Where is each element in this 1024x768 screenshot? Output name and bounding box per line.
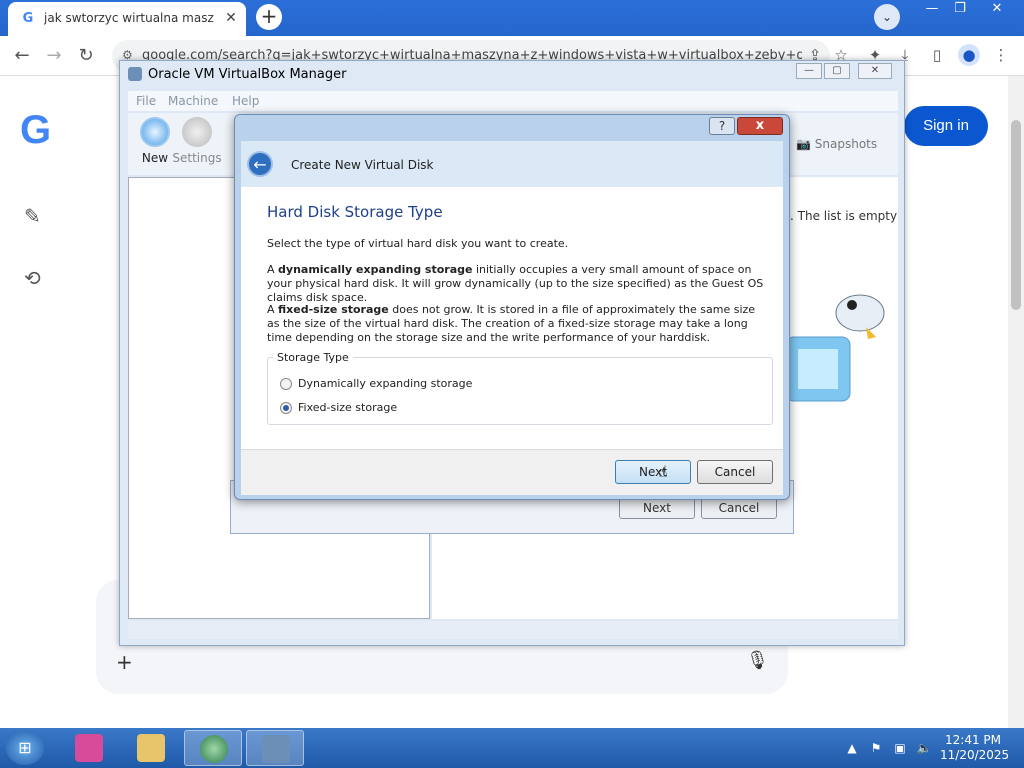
empty-list-message: . The list is empty: [790, 209, 898, 223]
clock[interactable]: 12:41 PM 11/20/2025: [940, 733, 1010, 763]
tab-title: jak swtorzyc wirtualna maszyna: [44, 11, 214, 25]
cancel-button[interactable]: Cancel: [697, 460, 773, 484]
settings-gear-icon: [182, 117, 212, 147]
history-icon[interactable]: ⟲: [24, 266, 41, 290]
menu-machine[interactable]: Machine: [168, 94, 218, 108]
microphone-icon[interactable]: 🎙: [746, 650, 769, 671]
fixed-description: A fixed-size storage does not grow. It i…: [267, 303, 767, 345]
virtualbox-icon: [262, 735, 290, 763]
window-close-button[interactable]: ✕: [978, 0, 1016, 20]
dynamic-term: dynamically expanding storage: [278, 263, 473, 276]
add-icon[interactable]: +: [116, 650, 133, 674]
windows-taskbar: ⊞ ▲ ⚑ ▣ 🔈 12:41 PM 11/20/2025: [0, 728, 1024, 768]
side-panel-icon[interactable]: ▯: [926, 44, 948, 66]
dialog-title: Create New Virtual Disk: [291, 158, 434, 172]
browser-tab-bar: G jak swtorzyc wirtualna maszyna ✕ + ⌄ —…: [0, 0, 1024, 36]
settings-button[interactable]: Settings: [172, 117, 222, 165]
start-button[interactable]: ⊞: [6, 731, 44, 765]
tab-search-chevron-icon[interactable]: ⌄: [874, 4, 900, 30]
folder-icon: [137, 734, 165, 762]
create-virtual-disk-dialog: ? x ← Create New Virtual Disk Hard Disk …: [234, 114, 790, 500]
virtualbox-penguin-icon: [785, 294, 885, 402]
window-maximize-button[interactable]: ❐: [946, 0, 974, 20]
vbm-minimize-button[interactable]: —: [796, 63, 822, 79]
taskbar-explorer[interactable]: [122, 730, 180, 766]
back-arrow-icon[interactable]: ←: [247, 151, 273, 177]
taskbar-chrome[interactable]: [184, 730, 242, 766]
parent-cancel-button[interactable]: Cancel: [701, 497, 777, 519]
forward-arrow-icon[interactable]: →: [42, 44, 66, 68]
sign-in-button[interactable]: Sign in: [904, 106, 988, 146]
reload-icon[interactable]: ↻: [74, 44, 98, 68]
volume-muted-icon[interactable]: 🔈: [916, 740, 932, 756]
mascot-app-icon: [75, 734, 103, 762]
taskbar-app-mascot[interactable]: [60, 730, 118, 766]
vbm-close-button[interactable]: ✕: [858, 63, 892, 79]
network-icon[interactable]: ▣: [892, 740, 908, 756]
next-button[interactable]: Next: [615, 460, 691, 484]
dialog-body: Hard Disk Storage Type Select the type o…: [241, 187, 783, 449]
parent-next-button[interactable]: Next: [619, 497, 695, 519]
window-title: Oracle VM VirtualBox Manager: [148, 67, 347, 82]
fixed-lead: A: [267, 303, 279, 316]
show-hidden-icons[interactable]: ▲: [844, 740, 860, 756]
fixed-storage-label: Fixed-size storage: [298, 401, 398, 414]
dialog-footer: Next Cancel: [241, 449, 783, 495]
snapshots-label: Snapshots: [814, 137, 878, 151]
dialog-header: ← Create New Virtual Disk: [241, 141, 783, 187]
fixed-storage-radio[interactable]: Fixed-size storage: [280, 400, 480, 416]
dynamic-description: A dynamically expanding storage initiall…: [267, 263, 767, 305]
menu-help[interactable]: Help: [232, 94, 259, 108]
new-vm-icon: [140, 117, 170, 147]
settings-label: Settings: [172, 151, 222, 165]
taskbar-virtualbox[interactable]: [246, 730, 304, 766]
back-arrow-icon[interactable]: ←: [10, 44, 34, 68]
menu-bar: File Machine Help: [128, 91, 898, 111]
clock-time: 12:41 PM: [945, 733, 1001, 747]
browser-tab[interactable]: G jak swtorzyc wirtualna maszyna ✕: [8, 2, 246, 36]
clock-date: 11/20/2025: [940, 748, 1010, 762]
menu-file[interactable]: File: [136, 94, 156, 108]
window-minimize-button[interactable]: —: [918, 0, 946, 20]
fixed-term: fixed-size storage: [278, 303, 389, 316]
scrollbar-thumb[interactable]: [1011, 120, 1021, 310]
page-heading: Hard Disk Storage Type: [267, 203, 443, 221]
help-button[interactable]: ?: [709, 117, 735, 135]
close-button[interactable]: x: [737, 117, 783, 135]
vbm-maximize-button[interactable]: ▢: [824, 63, 850, 79]
virtualbox-app-icon: [128, 67, 142, 81]
browser-globe-icon: [200, 735, 228, 763]
google-logo[interactable]: G: [20, 108, 51, 153]
storage-type-group-label: Storage Type: [273, 351, 353, 364]
radio-circle[interactable]: [280, 378, 292, 390]
tab-close-icon[interactable]: ✕: [222, 9, 240, 27]
status-bar: [128, 621, 898, 639]
snapshots-tab[interactable]: 📷 Snapshots: [796, 137, 877, 151]
google-favicon-icon: G: [22, 11, 34, 26]
mouse-cursor-icon: ☝: [658, 462, 668, 481]
new-chat-edit-icon[interactable]: ✎: [24, 204, 41, 228]
chrome-menu-icon[interactable]: ⋮: [990, 44, 1012, 66]
dynamic-storage-radio[interactable]: Dynamically expanding storage: [280, 376, 480, 392]
dynamic-storage-label: Dynamically expanding storage: [298, 377, 473, 390]
intro-text: Select the type of virtual hard disk you…: [267, 237, 569, 250]
dynamic-lead: A: [267, 263, 279, 276]
camera-icon: 📷: [796, 137, 815, 151]
action-center-flag-icon[interactable]: ⚑: [868, 740, 884, 756]
storage-type-group: Dynamically expanding storage Fixed-size…: [267, 357, 773, 425]
page-scrollbar[interactable]: [1008, 76, 1024, 728]
profile-avatar-icon[interactable]: ●: [958, 44, 980, 66]
radio-circle-selected[interactable]: [280, 402, 292, 414]
new-tab-button[interactable]: +: [256, 4, 282, 30]
new-label: New: [141, 151, 169, 165]
